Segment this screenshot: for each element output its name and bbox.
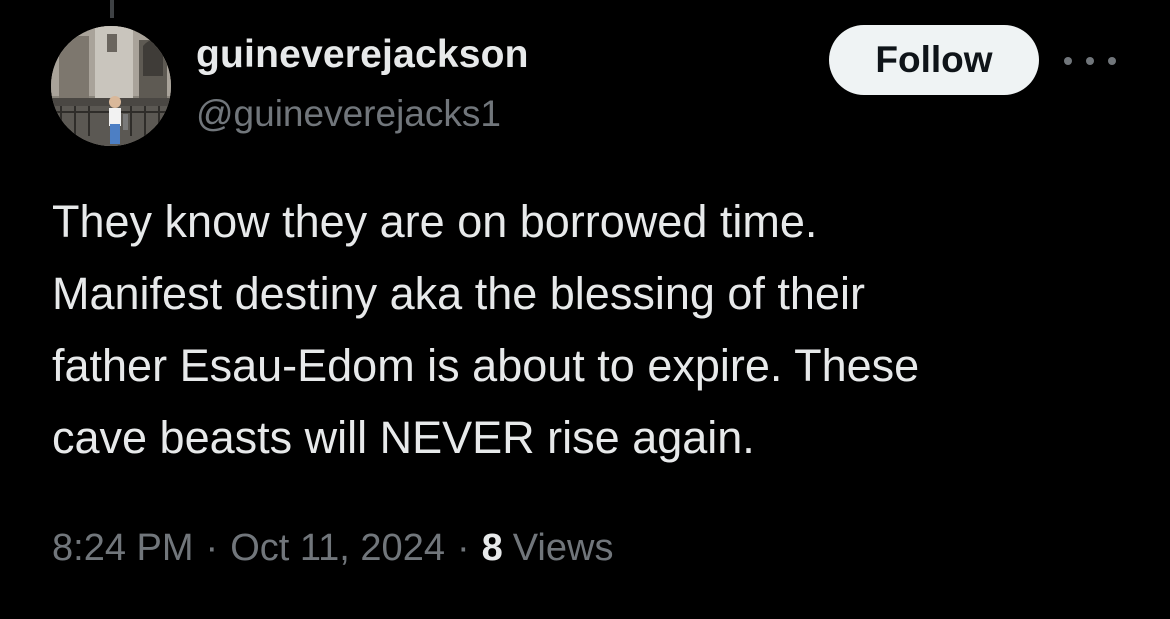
avatar-image <box>51 26 171 146</box>
tweet-text: They know they are on borrowed time. Man… <box>52 186 1132 474</box>
views-count[interactable]: 8 <box>482 527 503 570</box>
more-dot <box>1086 57 1094 65</box>
tweet-line: father Esau-Edom is about to expire. The… <box>52 340 920 391</box>
author-display-name[interactable]: guineverejackson <box>196 33 529 77</box>
tweet-line: They know they are on borrowed time. <box>52 196 818 247</box>
author-handle[interactable]: @guineverejacks1 <box>196 93 501 135</box>
tweet-line: cave beasts will NEVER rise again. <box>52 412 755 463</box>
thread-connector-line <box>110 0 114 18</box>
follow-button[interactable]: Follow <box>829 25 1039 95</box>
views-label[interactable]: Views <box>513 527 614 570</box>
tweet-metadata: 8:24 PM · Oct 11, 2024 · 8 Views <box>52 527 613 570</box>
meta-separator: · <box>205 527 219 569</box>
avatar[interactable] <box>51 26 171 146</box>
tweet-time[interactable]: 8:24 PM <box>52 527 194 570</box>
tweet-line: Manifest destiny aka the blessing of the… <box>52 268 865 319</box>
meta-separator: · <box>456 527 470 569</box>
more-dot <box>1064 57 1072 65</box>
more-dot <box>1108 57 1116 65</box>
tweet-date[interactable]: Oct 11, 2024 <box>230 527 445 570</box>
more-horizontal-icon[interactable] <box>1064 48 1116 74</box>
